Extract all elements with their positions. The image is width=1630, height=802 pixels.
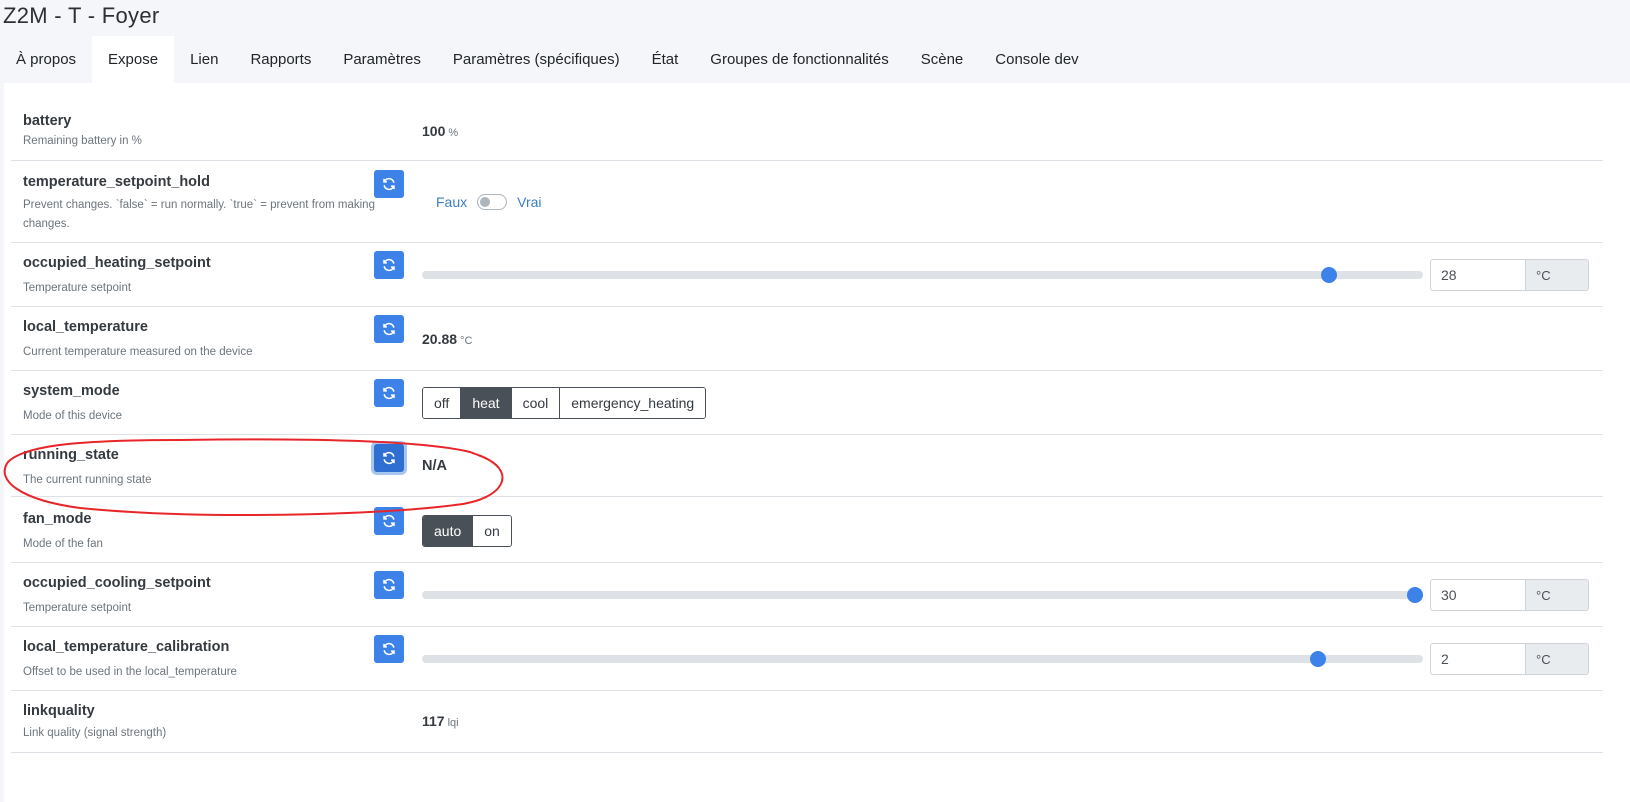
refresh-button[interactable] [374,507,404,535]
row-temperature-setpoint-hold: temperature_setpoint_hold Prevent change… [11,161,1603,243]
fan-mode-buttons: auto on [422,515,512,547]
row-local-temperature: local_temperature Current temperature me… [11,307,1603,371]
hold-switch[interactable] [477,194,508,210]
refresh-button[interactable] [374,635,404,663]
tab-lien[interactable]: Lien [174,36,234,83]
refresh-icon [383,322,395,336]
false-label[interactable]: Faux [436,194,467,210]
row-name: occupied_heating_setpoint [23,255,211,271]
row-local-temperature-calibration: local_temperature_calibration Offset to … [11,627,1603,691]
row-description: Temperature setpoint [23,602,132,614]
row-name: occupied_cooling_setpoint [23,575,211,591]
row-name: system_mode [23,383,120,399]
cooling-setpoint-input-group: 30 °C [1430,579,1589,611]
row-description: Prevent changes. `false` = run normally.… [23,199,375,230]
row-system-mode: system_mode Mode of this device off heat… [11,371,1603,435]
row-linkquality: linkquality Link quality (signal strengt… [11,691,1603,753]
row-name: temperature_setpoint_hold [23,174,210,190]
refresh-button[interactable] [374,571,404,599]
row-name: battery [23,113,72,129]
refresh-button[interactable] [374,170,404,198]
row-description: Link quality (signal strength) [23,727,167,739]
refresh-icon [383,514,395,528]
mode-off-button[interactable]: off [423,388,462,418]
fan-on-button[interactable]: on [473,516,511,546]
fan-auto-button[interactable]: auto [423,516,474,546]
slider-thumb[interactable] [1309,651,1326,667]
slider-thumb[interactable] [1407,587,1423,603]
battery-value: 100% [422,123,459,139]
row-name: running_state [23,447,119,463]
row-occupied-cooling-setpoint: occupied_cooling_setpoint Temperature se… [11,563,1603,627]
mode-heat-button[interactable]: heat [461,388,512,418]
tab-rapports[interactable]: Rapports [234,36,327,83]
tab-a-propos[interactable]: À propos [0,36,92,83]
refresh-button[interactable] [374,251,404,279]
row-description: Mode of this device [23,410,123,422]
refresh-icon [383,386,395,400]
refresh-icon [383,177,395,191]
row-name: fan_mode [23,511,92,527]
linkquality-value: 117 lqi [422,713,459,729]
tab-scene[interactable]: Scène [905,36,980,83]
row-description: Mode of the fan [23,538,103,550]
heating-setpoint-input[interactable]: 28 [1430,259,1526,291]
page-title: Z2M - T - Foyer [3,3,160,28]
row-name: local_temperature_calibration [23,639,230,655]
mode-cool-button[interactable]: cool [511,388,561,418]
tab-groupes[interactable]: Groupes de fonctionnalités [694,36,904,83]
cooling-setpoint-slider[interactable] [422,587,1423,603]
row-name: local_temperature [23,319,148,335]
hold-toggle: Faux Vrai [436,194,542,210]
refresh-icon [383,578,395,592]
calibration-input[interactable]: 2 [1430,643,1526,675]
row-running-state: running_state The current running state … [11,435,1603,497]
running-state-value: N/A [422,458,447,474]
unit-addon: °C [1526,579,1589,611]
row-description: Current temperature measured on the devi… [23,346,253,358]
row-battery: battery Remaining battery in % 100% [11,101,1603,161]
refresh-button[interactable] [374,315,404,343]
row-description: Offset to be used in the local_temperatu… [23,666,237,678]
unit-addon: °C [1526,259,1589,291]
tab-expose[interactable]: Expose [92,36,175,83]
system-mode-buttons: off heat cool emergency_heating [422,387,707,419]
tab-console-dev[interactable]: Console dev [979,36,1094,83]
battery-unit: % [448,127,459,139]
true-label[interactable]: Vrai [517,194,541,210]
row-name: linkquality [23,703,95,719]
refresh-icon [383,642,395,656]
calibration-slider[interactable] [422,651,1423,667]
tab-parametres-specifiques[interactable]: Paramètres (spécifiques) [437,36,636,83]
row-description: Remaining battery in % [23,135,142,147]
refresh-icon [383,451,395,465]
cooling-setpoint-input[interactable]: 30 [1430,579,1526,611]
heating-setpoint-slider[interactable] [422,267,1423,283]
heating-setpoint-input-group: 28 °C [1430,259,1589,291]
unit-addon: °C [1526,643,1589,675]
temperature-unit: °C [460,335,473,347]
row-occupied-heating-setpoint: occupied_heating_setpoint Temperature se… [11,243,1603,307]
local-temperature-value: 20.88 °C [422,331,473,347]
refresh-button[interactable] [374,379,404,407]
calibration-input-group: 2 °C [1430,643,1589,675]
row-description: The current running state [23,474,152,486]
row-description: Temperature setpoint [23,282,132,294]
tab-etat[interactable]: État [636,36,695,83]
mode-emergency-heating-button[interactable]: emergency_heating [560,388,706,418]
expose-card: battery Remaining battery in % 100% temp… [4,83,1630,802]
switch-knob [480,197,491,207]
refresh-icon [383,258,395,272]
row-fan-mode: fan_mode Mode of the fan auto on [11,497,1603,563]
tab-parametres[interactable]: Paramètres [327,36,437,83]
lqi-unit: lqi [447,717,459,729]
refresh-button[interactable] [374,444,404,472]
tab-bar: À propos Expose Lien Rapports Paramètres… [0,36,1095,83]
slider-thumb[interactable] [1320,267,1337,283]
